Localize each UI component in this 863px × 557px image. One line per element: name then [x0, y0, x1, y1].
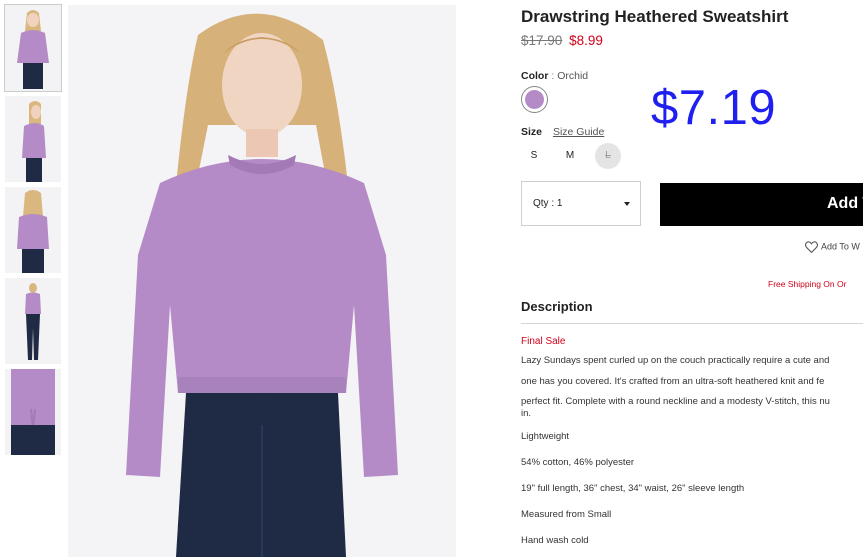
feature-item: Lightweight [521, 431, 570, 442]
color-value: Orchid [557, 70, 589, 82]
size-label: Size [521, 126, 543, 138]
product-page: Drawstring Heathered Sweatshirt $17.90 $… [0, 0, 863, 557]
size-option-m[interactable]: M [557, 143, 583, 169]
thumbnail-back[interactable] [5, 187, 61, 273]
price-block: $17.90 $8.99 [521, 33, 603, 48]
original-price: $17.90 [521, 33, 563, 48]
free-shipping-note: Free Shipping On Or [768, 279, 847, 289]
swatch-fill [525, 90, 544, 109]
thumbnail-detail[interactable] [5, 369, 61, 455]
product-info-panel: Drawstring Heathered Sweatshirt $17.90 $… [521, 0, 863, 557]
main-product-image[interactable] [68, 5, 456, 557]
description-heading: Description [521, 299, 593, 314]
product-title: Drawstring Heathered Sweatshirt [521, 7, 789, 26]
thumbnail-side[interactable] [5, 96, 61, 182]
thumbnail-full-length[interactable] [5, 278, 61, 364]
wishlist-label: Add To W [821, 241, 860, 252]
color-row: Color : Orchid [521, 70, 588, 82]
color-separator: : [551, 70, 555, 82]
add-to-wishlist-link[interactable]: Add To W [805, 241, 860, 254]
size-guide-link[interactable]: Size Guide [553, 126, 604, 138]
feature-item: Hand wash cold [521, 535, 589, 546]
final-sale-label: Final Sale [521, 336, 566, 347]
size-row: Size Size Guide [521, 126, 604, 138]
quantity-select[interactable]: Qty : 1 [521, 181, 641, 226]
sale-price: $8.99 [569, 33, 603, 48]
caret-down-icon [624, 202, 630, 206]
color-label: Color [521, 70, 549, 82]
feature-item: 54% cotton, 46% polyester [521, 457, 635, 468]
feature-item: 19" full length, 36" chest, 34" waist, 2… [521, 483, 745, 494]
promo-price-overlay: $7.19 [651, 81, 777, 135]
color-swatch-orchid[interactable] [521, 86, 548, 113]
heart-outline-icon [805, 241, 818, 254]
feature-item: Measured from Small [521, 509, 612, 520]
thumbnail-front[interactable] [4, 4, 62, 92]
size-option-s[interactable]: S [521, 143, 547, 169]
thumbnail-strip [4, 4, 62, 460]
description-line: one has you covered. It's crafted from a… [521, 376, 825, 387]
size-option-l-unavailable[interactable]: L [595, 143, 621, 169]
quantity-value: Qty : 1 [533, 198, 563, 209]
add-to-bag-button[interactable]: Add To [660, 183, 863, 226]
description-line: in. [521, 408, 532, 419]
description-divider [521, 323, 863, 324]
add-button-label: Add To [827, 195, 863, 212]
description-line: perfect fit. Complete with a round neckl… [521, 396, 830, 407]
description-line: Lazy Sundays spent curled up on the couc… [521, 355, 830, 366]
